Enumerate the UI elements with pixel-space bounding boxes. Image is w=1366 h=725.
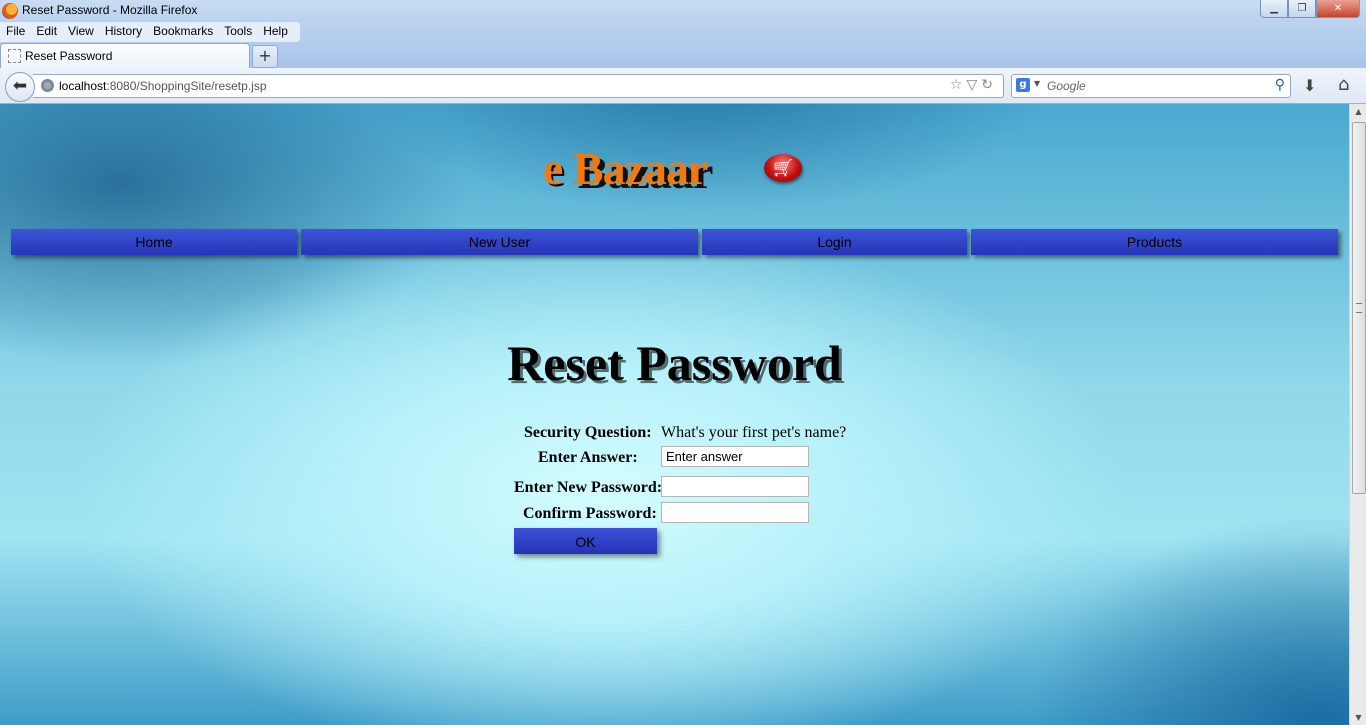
nav-home[interactable]: Home [11,229,297,255]
nav-new-user[interactable]: New User [301,229,698,255]
shopping-cart-icon [764,154,802,182]
logo-bazaar: Bazaar [572,143,709,194]
grip-icon [1356,303,1362,313]
back-arrow-icon: ⬅ [12,76,28,96]
menu-edit[interactable]: Edit [30,22,62,42]
menu-history[interactable]: History [99,22,147,42]
back-button[interactable]: ⬅ [5,72,35,102]
site-logo[interactable]: e Bazaar [543,142,709,195]
scroll-down-icon[interactable]: ▼ [1351,710,1366,725]
confirm-password-label: Confirm Password: [523,505,657,522]
ok-button[interactable]: OK [514,528,657,554]
menubar: File Edit View History Bookmarks Tools H… [0,22,300,42]
url-path: :8080/ShoppingSite/resetp.jsp [106,79,267,93]
window-titlebar: Reset Password - Mozilla Firefox ▁ ❐ ✕ [0,0,1366,22]
menu-view[interactable]: View [62,22,99,42]
google-icon[interactable]: g [1016,78,1030,92]
nav-login[interactable]: Login [702,229,967,255]
url-bar[interactable]: localhost:8080/ShoppingSite/resetp.jsp ☆… [33,74,1004,98]
close-button[interactable]: ✕ [1316,0,1360,18]
window-title: Reset Password - Mozilla Firefox [22,3,198,17]
confirm-password-input[interactable] [661,502,809,523]
menu-file[interactable]: File [0,22,30,42]
new-password-label: Enter New Password: [514,479,663,496]
search-icon[interactable]: ⚲ [1275,77,1285,93]
security-question-text: What's your first pet's name? [661,424,847,441]
scroll-up-icon[interactable]: ▲ [1351,104,1366,119]
history-dropdown-icon[interactable]: ▽ [966,77,981,93]
security-question-label: Security Question: [524,424,652,441]
tab-label: Reset Password [25,49,113,63]
home-icon[interactable]: ⌂ [1338,74,1349,95]
scrollbar-thumb[interactable] [1352,122,1366,494]
menu-help[interactable]: Help [257,22,293,42]
search-bar[interactable]: g ▼ Google ⚲ [1011,74,1291,98]
page-viewport: e Bazaar Home New User Login Products Re… [0,104,1349,725]
url-bar-icons: ☆▽↻ [950,77,997,93]
downloads-icon[interactable]: ⬇ [1303,76,1316,95]
blank-page-icon [8,49,21,63]
new-tab-button[interactable]: + [252,45,278,68]
menu-bookmarks[interactable]: Bookmarks [147,22,218,42]
answer-label: Enter Answer: [538,449,638,466]
logo-e: e [543,143,563,194]
menu-tools[interactable]: Tools [218,22,257,42]
window-controls: ▁ ❐ ✕ [1260,0,1360,18]
minimize-button[interactable]: ▁ [1260,0,1288,18]
globe-icon [41,79,54,92]
new-password-input[interactable] [661,476,809,497]
engine-dropdown-icon[interactable]: ▼ [1034,79,1040,88]
search-placeholder[interactable]: Google [1047,79,1086,93]
bookmark-star-icon[interactable]: ☆ [950,77,967,93]
answer-input[interactable] [661,446,809,467]
reload-icon[interactable]: ↻ [981,77,997,93]
restore-button[interactable]: ❐ [1288,0,1316,18]
nav-products[interactable]: Products [971,229,1338,255]
tab-reset-password[interactable]: Reset Password [0,43,250,69]
url-text[interactable]: localhost:8080/ShoppingSite/resetp.jsp [59,79,267,93]
firefox-icon [2,3,18,19]
url-host: localhost [59,79,107,93]
page-title: Reset Password [507,335,842,391]
vertical-scrollbar[interactable]: ▲ ▼ [1349,104,1366,725]
